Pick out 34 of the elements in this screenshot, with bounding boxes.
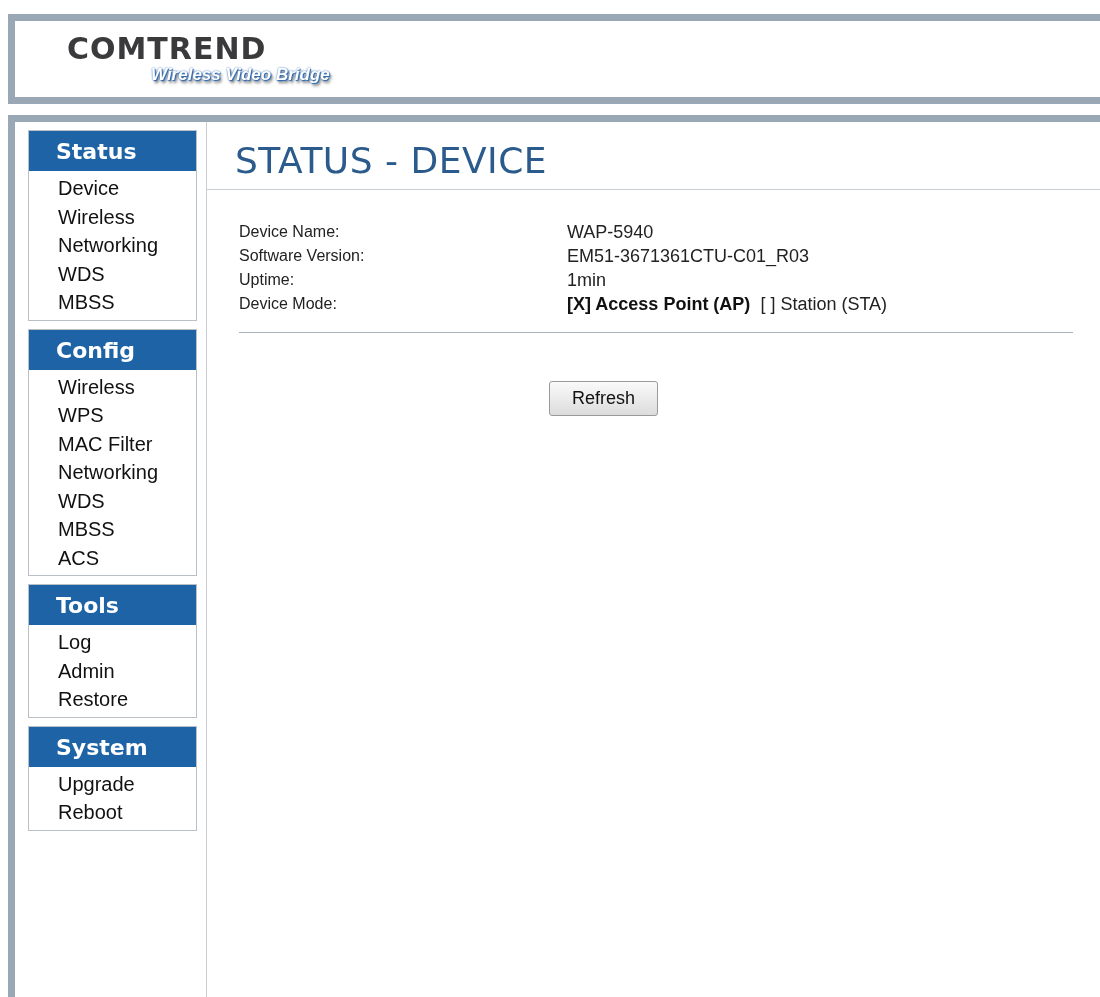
mode-option[interactable]: [ ] Station (STA) [760, 293, 888, 315]
menu-section-title: Config [29, 329, 196, 370]
sidebar-item[interactable]: Networking [58, 231, 159, 260]
field-label: Software Version: [239, 247, 366, 265]
field-value: 1min [567, 269, 606, 291]
sidebar-item[interactable]: WDS [58, 486, 105, 515]
field-label: Device Mode: [239, 295, 338, 313]
sidebar-item[interactable]: Wireless [58, 372, 135, 401]
sidebar-item[interactable]: MBSS [58, 288, 115, 317]
page-title: STATUS - DEVICE [207, 122, 1100, 190]
sidebar-item[interactable]: Wireless [58, 202, 135, 231]
field-value: WAP-5940 [567, 221, 654, 243]
sidebar-item[interactable]: MAC Filter [58, 429, 153, 458]
sidebar-item[interactable]: WDS [58, 259, 105, 288]
sidebar-item[interactable]: Restore [58, 685, 129, 714]
sidebar-item[interactable]: Upgrade [58, 769, 135, 798]
sidebar-item[interactable]: MBSS [58, 515, 115, 544]
sidebar-item[interactable]: Admin [58, 656, 115, 685]
sidebar-item[interactable]: Networking [58, 458, 159, 487]
sidebar-item[interactable]: Reboot [58, 798, 123, 827]
product-name: Wireless Video Bridge [151, 65, 330, 85]
field-value: EM51-3671361CTU-C01_R03 [567, 245, 810, 267]
menu-section-title: Tools [29, 585, 196, 625]
sidebar-item[interactable]: Log [58, 628, 92, 657]
field-label: Uptime: [239, 271, 296, 289]
brand-logo: COMTREND [67, 33, 267, 65]
sidebar-item[interactable]: ACS [58, 543, 100, 572]
menu-section-title: Status [29, 131, 196, 171]
refresh-button[interactable]: Refresh [549, 381, 658, 416]
mode-option[interactable]: [X] Access Point (AP) [567, 293, 751, 315]
sidebar-item[interactable]: WPS [58, 401, 104, 430]
menu-section-title: System [29, 726, 196, 767]
field-label: Device Name: [239, 223, 341, 241]
sidebar-item[interactable]: Device [58, 174, 120, 203]
